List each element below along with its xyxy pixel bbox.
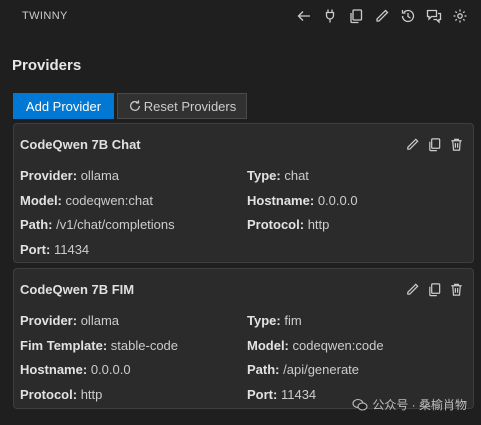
edit-icon[interactable] — [403, 135, 421, 153]
model-field: Model: codeqwen:chat — [20, 193, 153, 208]
pencil-icon[interactable] — [371, 5, 393, 27]
wechat-icon — [352, 398, 368, 411]
provider-card-header: CodeQwen 7B Chat — [14, 124, 473, 164]
port-field: Port: 11434 — [247, 387, 317, 402]
page-title: Providers — [12, 57, 82, 74]
watermark-text: 公众号 · 桑榆肖物 — [372, 398, 467, 412]
type-field: Type: chat — [247, 168, 309, 183]
port-field: Port: 11434 — [20, 242, 90, 257]
copy-icon[interactable] — [425, 135, 443, 153]
type-field: Type: fim — [247, 313, 302, 328]
trash-icon[interactable] — [447, 135, 465, 153]
protocol-field: Protocol: http — [20, 387, 103, 402]
path-field: Path: /v1/chat/completions — [20, 217, 175, 232]
provider-card-actions — [403, 280, 465, 298]
provider-field: Provider: ollama — [20, 313, 119, 328]
comment-discussion-icon[interactable] — [423, 5, 445, 27]
hostname-field: Hostname: 0.0.0.0 — [20, 362, 131, 377]
provider-field: Provider: ollama — [20, 168, 119, 183]
history-icon[interactable] — [397, 5, 419, 27]
reset-providers-button[interactable]: Reset Providers — [117, 93, 247, 119]
protocol-field: Protocol: http — [247, 217, 330, 232]
add-provider-button[interactable]: Add Provider — [13, 93, 114, 119]
refresh-icon — [129, 100, 140, 111]
provider-name: CodeQwen 7B FIM — [20, 281, 135, 297]
toolbar — [293, 5, 471, 27]
provider-card: CodeQwen 7B Chat Provider: ollama Type: … — [13, 123, 474, 263]
plug-icon[interactable] — [319, 5, 341, 27]
arrow-left-icon[interactable] — [293, 5, 315, 27]
provider-card: CodeQwen 7B FIM Provider: ollama Type: f… — [13, 268, 474, 409]
copy-icon[interactable] — [345, 5, 367, 27]
provider-actions: Add Provider Reset Providers — [13, 93, 247, 119]
hostname-field: Hostname: 0.0.0.0 — [247, 193, 358, 208]
app-title: TWINNY — [22, 10, 68, 22]
fim-template-field: Fim Template: stable-code — [20, 338, 179, 353]
provider-card-actions — [403, 135, 465, 153]
provider-card-header: CodeQwen 7B FIM — [14, 269, 473, 309]
gear-icon[interactable] — [449, 5, 471, 27]
twinny-providers-panel: TWINNY Providers Add Provider Reset Prov… — [0, 0, 481, 425]
copy-icon[interactable] — [425, 280, 443, 298]
trash-icon[interactable] — [447, 280, 465, 298]
provider-name: CodeQwen 7B Chat — [20, 136, 141, 152]
watermark: 公众号 · 桑榆肖物 — [352, 396, 467, 413]
title-bar: TWINNY — [0, 0, 481, 32]
model-field: Model: codeqwen:code — [247, 338, 384, 353]
edit-icon[interactable] — [403, 280, 421, 298]
reset-providers-label: Reset Providers — [143, 98, 237, 114]
path-field: Path: /api/generate — [247, 362, 360, 377]
